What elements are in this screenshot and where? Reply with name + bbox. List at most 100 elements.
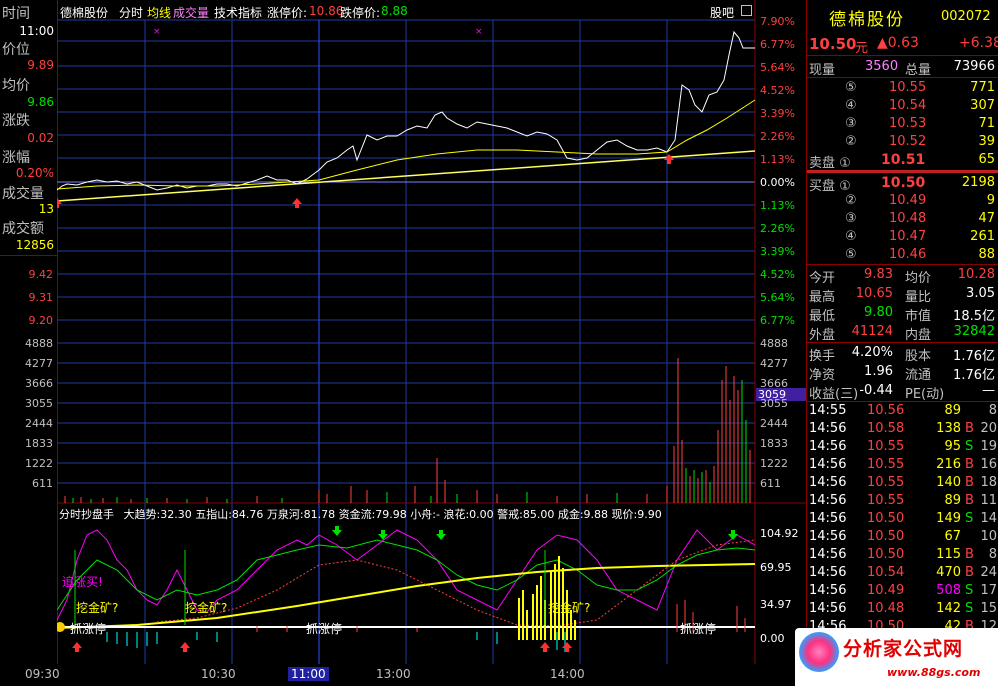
price-grid [57, 19, 755, 664]
tick-time: 14:56 [809, 493, 847, 508]
tick-count: 11 [980, 493, 997, 508]
quote-panel: 德棉股份 002072 10.50 元 ▲0.63 +6.38 现量 3560 … [806, 0, 998, 686]
tick-volume: 149 [936, 511, 961, 526]
tick-price: 10.54 [867, 565, 905, 580]
tick-row: 14:56 10.55 95 S 19 [807, 438, 998, 456]
pct-scale-label: 5.64% [760, 61, 795, 74]
bid-price: 10.48 [889, 211, 927, 226]
tick-flag: S [965, 511, 974, 526]
tick-time: 14:56 [809, 421, 847, 436]
left-info-panel: 时间 11:00 价位 9.89 均价 9.86 涨跌 0.02 涨幅 0.20… [0, 0, 58, 664]
quote-stock-code: 002072 [941, 9, 991, 24]
indicator-params: 大趋势:32.30 五指山:84.76 万泉河:81.78 资金流:79.98 … [123, 508, 662, 521]
tick-price: 10.50 [867, 511, 905, 526]
time-axis: 09:30 10:30 11:00 13:00 14:00 [25, 664, 806, 686]
indicator-scale-label: 104.92 [760, 527, 799, 540]
ask-row[interactable]: ④ 10.54 307 [807, 97, 998, 115]
indicator-title: 分时抄盘手 [59, 508, 114, 521]
price-label: 价位 [2, 42, 30, 58]
bid-price: 10.47 [889, 229, 927, 244]
tick-row: 14:56 10.50 149 S 14 [807, 510, 998, 528]
stat-row: 最高 10.65 量比 3.05 [807, 285, 998, 305]
tick-flag: B [965, 457, 974, 472]
stat-label: 最高 [809, 290, 836, 305]
bid-row[interactable]: ⑤ 10.46 88 [807, 246, 998, 264]
tick-time: 14:56 [809, 511, 847, 526]
tick-flag: B [965, 475, 974, 490]
pct-scale-label: 4.52% [760, 268, 795, 281]
ask-volume: 307 [970, 98, 995, 113]
bid-row[interactable]: ③ 10.48 47 [807, 210, 998, 228]
time-label: 时间 [2, 6, 30, 22]
tick-volume: 216 [936, 457, 961, 472]
quote-price-row: 10.50 元 ▲0.63 +6.38 [807, 34, 998, 56]
stat-value: 9.80 [864, 305, 893, 320]
bid-level: ⑤ [845, 247, 857, 262]
volume-value: 13 [38, 202, 54, 216]
tick-count: 8 [988, 403, 997, 418]
pct-scale-label: 1.13% [760, 199, 795, 212]
marker-x: × [153, 27, 161, 37]
stat-label: 市值 [905, 309, 932, 324]
tick-time: 14:56 [809, 475, 847, 490]
tick-count: 19 [980, 439, 997, 454]
tick-count: 20 [980, 421, 997, 436]
volume-scale-label: 4277 [25, 357, 53, 370]
ask-row[interactable]: ⑤ 10.55 771 [807, 79, 998, 97]
pct-scale-label: 6.77% [760, 314, 795, 327]
tick-row: 14:56 10.55 140 B 18 [807, 474, 998, 492]
tick-time: 14:56 [809, 457, 847, 472]
bid-level: ④ [845, 229, 857, 244]
ask-row[interactable]: ② 10.52 39 [807, 133, 998, 151]
volume-scale-right-label: 1833 [760, 437, 788, 450]
watermark-text: 分析家公式网 [843, 638, 964, 660]
tick-volume: 138 [936, 421, 961, 436]
intraday-chart[interactable]: × × [57, 0, 806, 664]
tick-price: 10.55 [867, 457, 905, 472]
price-scale-label: 9.20 [28, 314, 54, 327]
bid-row[interactable]: ④ 10.47 261 [807, 228, 998, 246]
ask-level: 卖盘 ① [809, 156, 851, 171]
tick-flag: S [965, 601, 974, 616]
stat-value: 10.65 [855, 286, 893, 301]
tick-flag: B [965, 493, 974, 508]
now-vol-label: 现量 [809, 63, 836, 78]
tick-price: 10.55 [867, 493, 905, 508]
marker-x: × [475, 27, 483, 37]
tick-time: 14:55 [809, 403, 847, 418]
bid-row[interactable]: 买盘 ① 10.50 2198 [807, 174, 998, 194]
stat-label: 换手 [809, 349, 836, 364]
tick-count: 16 [980, 457, 997, 472]
stat-label: 量比 [905, 290, 932, 305]
ask-volume: 65 [978, 152, 995, 167]
divider [807, 55, 998, 56]
stat-value: 3.05 [966, 286, 995, 301]
tick-row: 14:56 10.55 89 B 11 [807, 492, 998, 510]
stat-label: 流通 [905, 368, 932, 383]
pct-scale: 7.90% 6.77% 5.64% 4.52% 3.39% 2.26% 1.13… [756, 0, 806, 664]
tick-price: 10.55 [867, 475, 905, 490]
stat-value: — [982, 383, 995, 398]
stat-label: 均价 [905, 271, 932, 286]
tick-flag: S [965, 439, 974, 454]
ask-row[interactable]: 卖盘 ① 10.51 65 [807, 151, 998, 171]
time-axis-label: 13:00 [376, 667, 411, 681]
indicator-scale-label: 69.95 [760, 561, 792, 574]
ask-level: ④ [845, 98, 857, 113]
indicator-scale-label: 34.97 [760, 598, 792, 611]
stat-label: 净资 [809, 368, 836, 383]
volume-scale-label: 3666 [25, 377, 53, 390]
volume-scale-label: 4888 [25, 337, 53, 350]
bid-row[interactable]: ② 10.49 9 [807, 192, 998, 210]
tick-price: 10.49 [867, 583, 905, 598]
amount-label: 成交额 [2, 221, 44, 237]
indicator-label-chase: 追涨买! [62, 575, 103, 589]
tick-price: 10.50 [867, 547, 905, 562]
ask-price: 10.52 [889, 134, 927, 149]
ask-row[interactable]: ③ 10.53 71 [807, 115, 998, 133]
pct-scale-label: 5.64% [760, 291, 795, 304]
tick-time: 14:56 [809, 583, 847, 598]
ask-volume: 71 [978, 116, 995, 131]
volume-scale-right-label: 2444 [760, 417, 788, 430]
avg-value: 9.86 [27, 95, 54, 109]
